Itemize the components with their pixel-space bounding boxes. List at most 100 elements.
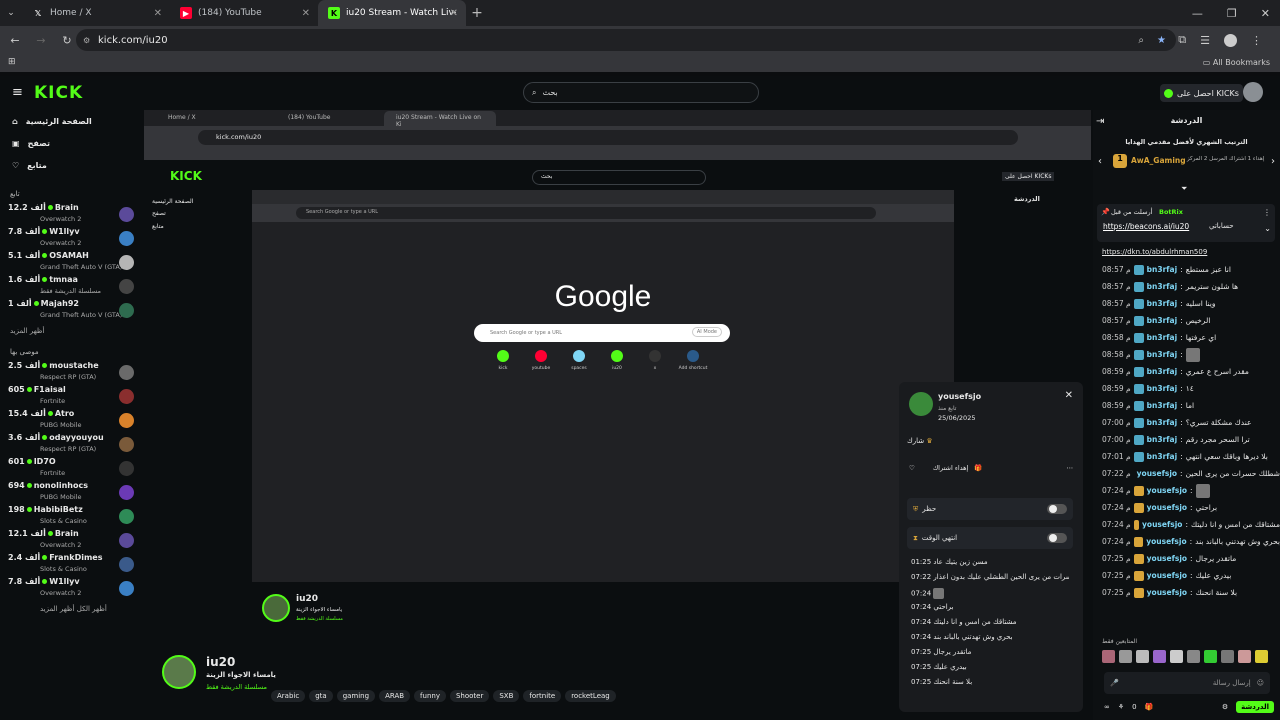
url-input[interactable]: ⚙ kick.com/iu20 ⌕ ★ bbox=[76, 29, 1176, 51]
bookmark-star-icon[interactable]: ★ bbox=[1157, 35, 1166, 46]
sidebar-channel[interactable]: 2.4 ألف FrankDimes Slots & Casino bbox=[0, 552, 144, 576]
supporter-avatar[interactable] bbox=[1136, 650, 1149, 663]
get-kicks-button[interactable]: احصل على KICKs bbox=[1160, 84, 1243, 102]
chat-message[interactable]: 08:58 م bn3rfaj: اي عرفتها bbox=[1093, 329, 1280, 346]
settings-gear-icon[interactable]: ⚙ bbox=[1222, 703, 1228, 711]
chat-message[interactable]: 08:59 م bn3rfaj:١٤ bbox=[1093, 380, 1280, 397]
message-username[interactable]: bn3rfaj bbox=[1147, 333, 1178, 342]
stream-tag[interactable]: SXB bbox=[493, 690, 520, 702]
chat-send-button[interactable]: الدردشة bbox=[1236, 701, 1274, 713]
sidebar-channel[interactable]: 1 ألف Majah92 Grand Theft Auto V (GTA) bbox=[0, 298, 144, 322]
sidebar-item-home[interactable]: ⌂ الصفحة الرئيسية bbox=[0, 110, 144, 132]
chat-message[interactable]: 08:57 م bn3rfaj: الرخيص bbox=[1093, 312, 1280, 329]
close-icon[interactable]: ✕ bbox=[1065, 390, 1073, 401]
user-card-username[interactable]: yousefsjo bbox=[938, 392, 981, 401]
sidebar-channel[interactable]: 7.8 ألف W1llyv Overwatch 2 bbox=[0, 576, 144, 600]
stream-name[interactable]: iu20 bbox=[206, 655, 235, 669]
points-icon[interactable]: ∞ bbox=[1104, 703, 1110, 711]
stream-tag[interactable]: funny bbox=[414, 690, 446, 702]
message-username[interactable]: yousefsjo bbox=[1147, 486, 1187, 495]
supporter-avatar[interactable] bbox=[1119, 650, 1132, 663]
message-username[interactable]: yousefsjo bbox=[1137, 469, 1177, 478]
tab-x[interactable]: 𝕏 Home / X ✕ bbox=[22, 0, 170, 26]
media-icon[interactable]: ☰ bbox=[1200, 34, 1210, 47]
pinned-more-icon[interactable]: ⋮ bbox=[1263, 208, 1271, 217]
sidebar-channel[interactable]: 605 F1aisal Fortnite bbox=[0, 384, 144, 408]
close-tab-icon[interactable]: ✕ bbox=[450, 8, 458, 19]
sidebar-channel[interactable]: 7.8 ألف W1llyv Overwatch 2 bbox=[0, 226, 144, 250]
ban-toggle[interactable] bbox=[1047, 504, 1067, 514]
stream-tag[interactable]: gaming bbox=[336, 690, 376, 702]
message-username[interactable]: bn3rfaj bbox=[1147, 418, 1178, 427]
back-icon[interactable]: ← bbox=[4, 34, 26, 47]
menu-icon[interactable]: ⋮ bbox=[1251, 34, 1262, 47]
emoji-icon[interactable]: ☺ bbox=[1257, 679, 1264, 687]
streamer-avatar[interactable] bbox=[162, 655, 196, 689]
chat-message[interactable]: 08:59 م bn3rfaj: اما bbox=[1093, 397, 1280, 414]
kick-logo[interactable]: KICK bbox=[34, 83, 83, 103]
pinned-expand-icon[interactable]: ⌄ bbox=[1264, 224, 1271, 233]
supporter-avatar[interactable] bbox=[1170, 650, 1183, 663]
chat-message[interactable]: 07:25 م yousefsjo: بيدري عليك bbox=[1093, 567, 1280, 584]
chat-message[interactable]: 07:01 م bn3rfaj: بلا ديرها وباقك سعي انتهي bbox=[1093, 448, 1280, 465]
sidebar-channel[interactable]: 198 HabibiBetz Slots & Casino bbox=[0, 504, 144, 528]
mic-icon[interactable]: 🎤 bbox=[1110, 679, 1119, 687]
message-username[interactable]: yousefsjo bbox=[1147, 554, 1187, 563]
message-username[interactable]: bn3rfaj bbox=[1147, 367, 1178, 376]
chat-message[interactable]: 07:00 م bn3rfaj: عندك مشكلة تسري؟ bbox=[1093, 414, 1280, 431]
supporter-avatar[interactable] bbox=[1187, 650, 1200, 663]
leaderboard-next-icon[interactable]: › bbox=[1271, 156, 1275, 167]
stream-category[interactable]: مسلسلة الدريشة فقط bbox=[206, 683, 267, 691]
more-icon[interactable]: ⋯ bbox=[1067, 464, 1074, 472]
chat-link[interactable]: https://dkn.to/abdulrhman509 bbox=[1102, 248, 1207, 256]
sidebar-item-following[interactable]: ♡ متابع bbox=[0, 154, 144, 176]
chat-message[interactable]: 08:59 م bn3rfaj: مقدر اسرح ع عمري bbox=[1093, 363, 1280, 380]
message-username[interactable]: bn3rfaj bbox=[1147, 316, 1178, 325]
chat-input[interactable]: 🎤 إرسال رسالة ☺ bbox=[1104, 672, 1270, 694]
chat-message[interactable]: 08:57 م bn3rfaj: وينا اسليه bbox=[1093, 295, 1280, 312]
message-username[interactable]: bn3rfaj bbox=[1147, 299, 1178, 308]
gift-sub-button[interactable]: إهداء اشتراك bbox=[933, 464, 969, 472]
sidebar-channel[interactable]: 15.4 ألف Atro PUBG Mobile bbox=[0, 408, 144, 432]
supporter-avatar[interactable] bbox=[1255, 650, 1268, 663]
zoom-icon[interactable]: ⌕ bbox=[1138, 35, 1144, 46]
profile-icon[interactable] bbox=[1224, 33, 1237, 47]
reload-icon[interactable]: ↻ bbox=[56, 34, 78, 47]
message-username[interactable]: yousefsjo bbox=[1146, 537, 1186, 546]
search-input[interactable]: ⌕ بحث bbox=[523, 82, 759, 103]
message-username[interactable]: bn3rfaj bbox=[1147, 435, 1178, 444]
tab-kick[interactable]: K iu20 Stream - Watch Live on Ki ✕ bbox=[318, 0, 466, 26]
stream-tag[interactable]: Arabic bbox=[271, 690, 306, 702]
leaderboard-prev-icon[interactable]: ‹ bbox=[1098, 156, 1102, 167]
message-username[interactable]: bn3rfaj bbox=[1147, 452, 1178, 461]
follow-heart-icon[interactable]: ♡ bbox=[909, 464, 915, 472]
stream-tag[interactable]: gta bbox=[309, 690, 333, 702]
new-tab-button[interactable]: + bbox=[466, 2, 488, 24]
message-username[interactable]: bn3rfaj bbox=[1147, 282, 1178, 291]
chat-message[interactable]: 07:00 م bn3rfaj: ترا السحر مجرد رقم bbox=[1093, 431, 1280, 448]
minimize-icon[interactable]: — bbox=[1192, 7, 1203, 20]
chat-message[interactable]: 07:24 م yousefsjo: بحري وش تهدتني بالباند … bbox=[1093, 533, 1280, 550]
timeout-toggle[interactable] bbox=[1047, 533, 1067, 543]
show-more-link[interactable]: أظهر المزيد bbox=[0, 322, 144, 340]
chat-message[interactable]: 07:24 م yousefsjo: براحتي bbox=[1093, 499, 1280, 516]
pinned-user[interactable]: BotRix bbox=[1159, 208, 1183, 216]
sidebar-channel[interactable]: 12.2 ألف Brain Overwatch 2 bbox=[0, 202, 144, 226]
close-tab-icon[interactable]: ✕ bbox=[302, 8, 310, 19]
supporter-avatar[interactable] bbox=[1153, 650, 1166, 663]
site-info-icon[interactable]: ⚙ bbox=[83, 36, 90, 45]
sidebar-channel[interactable]: 694 nonolinhocs PUBG Mobile bbox=[0, 480, 144, 504]
stream-tag[interactable]: ARAB bbox=[379, 690, 411, 702]
message-username[interactable]: yousefsjo bbox=[1147, 571, 1187, 580]
message-username[interactable]: yousefsjo bbox=[1147, 503, 1187, 512]
sidebar-channel[interactable]: 3.6 ألف odayyouyou Respect RP (GTA) bbox=[0, 432, 144, 456]
stream-tag[interactable]: rocketLeag bbox=[565, 690, 616, 702]
message-username[interactable]: bn3rfaj bbox=[1147, 265, 1178, 274]
forward-icon[interactable]: → bbox=[30, 34, 52, 47]
sidebar-channel[interactable]: 601 ID7O Fortnite bbox=[0, 456, 144, 480]
stream-tag[interactable]: fortnite bbox=[523, 690, 562, 702]
maximize-icon[interactable]: ❐ bbox=[1227, 7, 1237, 20]
apps-icon[interactable]: ⊞ bbox=[8, 57, 16, 67]
chat-message[interactable]: 07:24 م yousefsjo: bbox=[1093, 482, 1280, 499]
sidebar-item-browse[interactable]: ▣ تصفح bbox=[0, 132, 144, 154]
